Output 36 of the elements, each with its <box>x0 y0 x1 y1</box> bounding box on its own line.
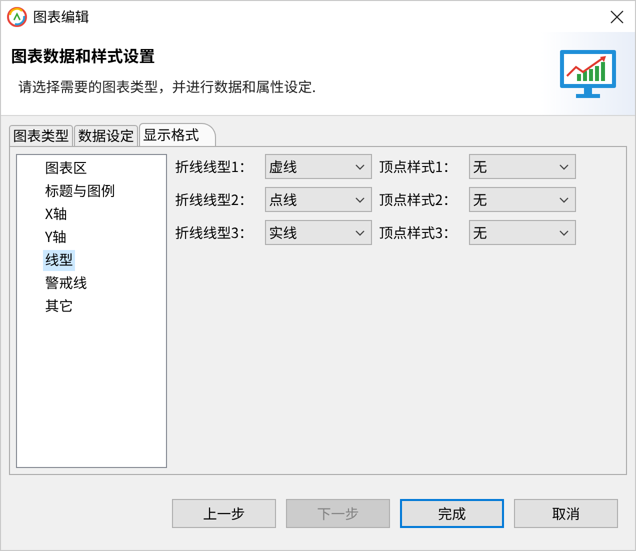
vertex-style-dropdown[interactable]: 无 <box>469 220 576 245</box>
chevron-down-icon <box>559 230 569 236</box>
tab[interactable]: 显示格式 <box>139 123 216 146</box>
vertex-style-dropdown[interactable]: 无 <box>469 187 576 212</box>
chevron-down-icon <box>559 164 569 170</box>
header-title: 图表数据和样式设置 <box>11 42 156 66</box>
field-label: 顶点样式2： <box>379 190 458 210</box>
line-type-dropdown[interactable]: 虚线 <box>265 154 372 179</box>
tab[interactable]: 图表类型 <box>9 125 73 146</box>
dialog-button[interactable]: 取消 <box>514 499 618 528</box>
tab[interactable]: 数据设定 <box>74 125 138 146</box>
field-label: 折线线型1： <box>175 156 254 176</box>
dialog-button[interactable]: 上一步 <box>172 499 276 528</box>
list-item[interactable]: Y轴 <box>43 227 68 248</box>
vertex-style-dropdown[interactable]: 无 <box>469 154 576 179</box>
chevron-down-icon <box>355 230 365 236</box>
list-item[interactable]: 标题与图例 <box>43 181 117 202</box>
chevron-down-icon <box>559 196 569 202</box>
chevron-down-icon <box>355 164 365 170</box>
list-item[interactable]: 图表区 <box>43 158 89 179</box>
field-label: 折线线型3： <box>175 222 254 242</box>
window-title: 图表编辑 <box>33 6 90 26</box>
line-type-dropdown[interactable]: 实线 <box>265 220 372 245</box>
line-type-dropdown[interactable]: 点线 <box>265 187 372 212</box>
chevron-down-icon <box>355 196 365 202</box>
field-label: 折线线型2： <box>175 190 254 210</box>
header-description: 请选择需要的图表类型，并进行数据和属性设定. <box>17 76 317 96</box>
list-item[interactable]: 警戒线 <box>43 273 89 294</box>
list-item[interactable]: 线型 <box>43 250 75 271</box>
dialog-button[interactable]: 完成 <box>400 499 504 528</box>
list-item[interactable]: 其它 <box>43 296 75 317</box>
field-label: 顶点样式1： <box>379 156 458 176</box>
monitor-chart-icon <box>559 48 617 98</box>
app-logo-icon <box>7 6 27 26</box>
list-item[interactable]: X轴 <box>43 204 70 225</box>
field-label: 顶点样式3： <box>379 222 458 242</box>
